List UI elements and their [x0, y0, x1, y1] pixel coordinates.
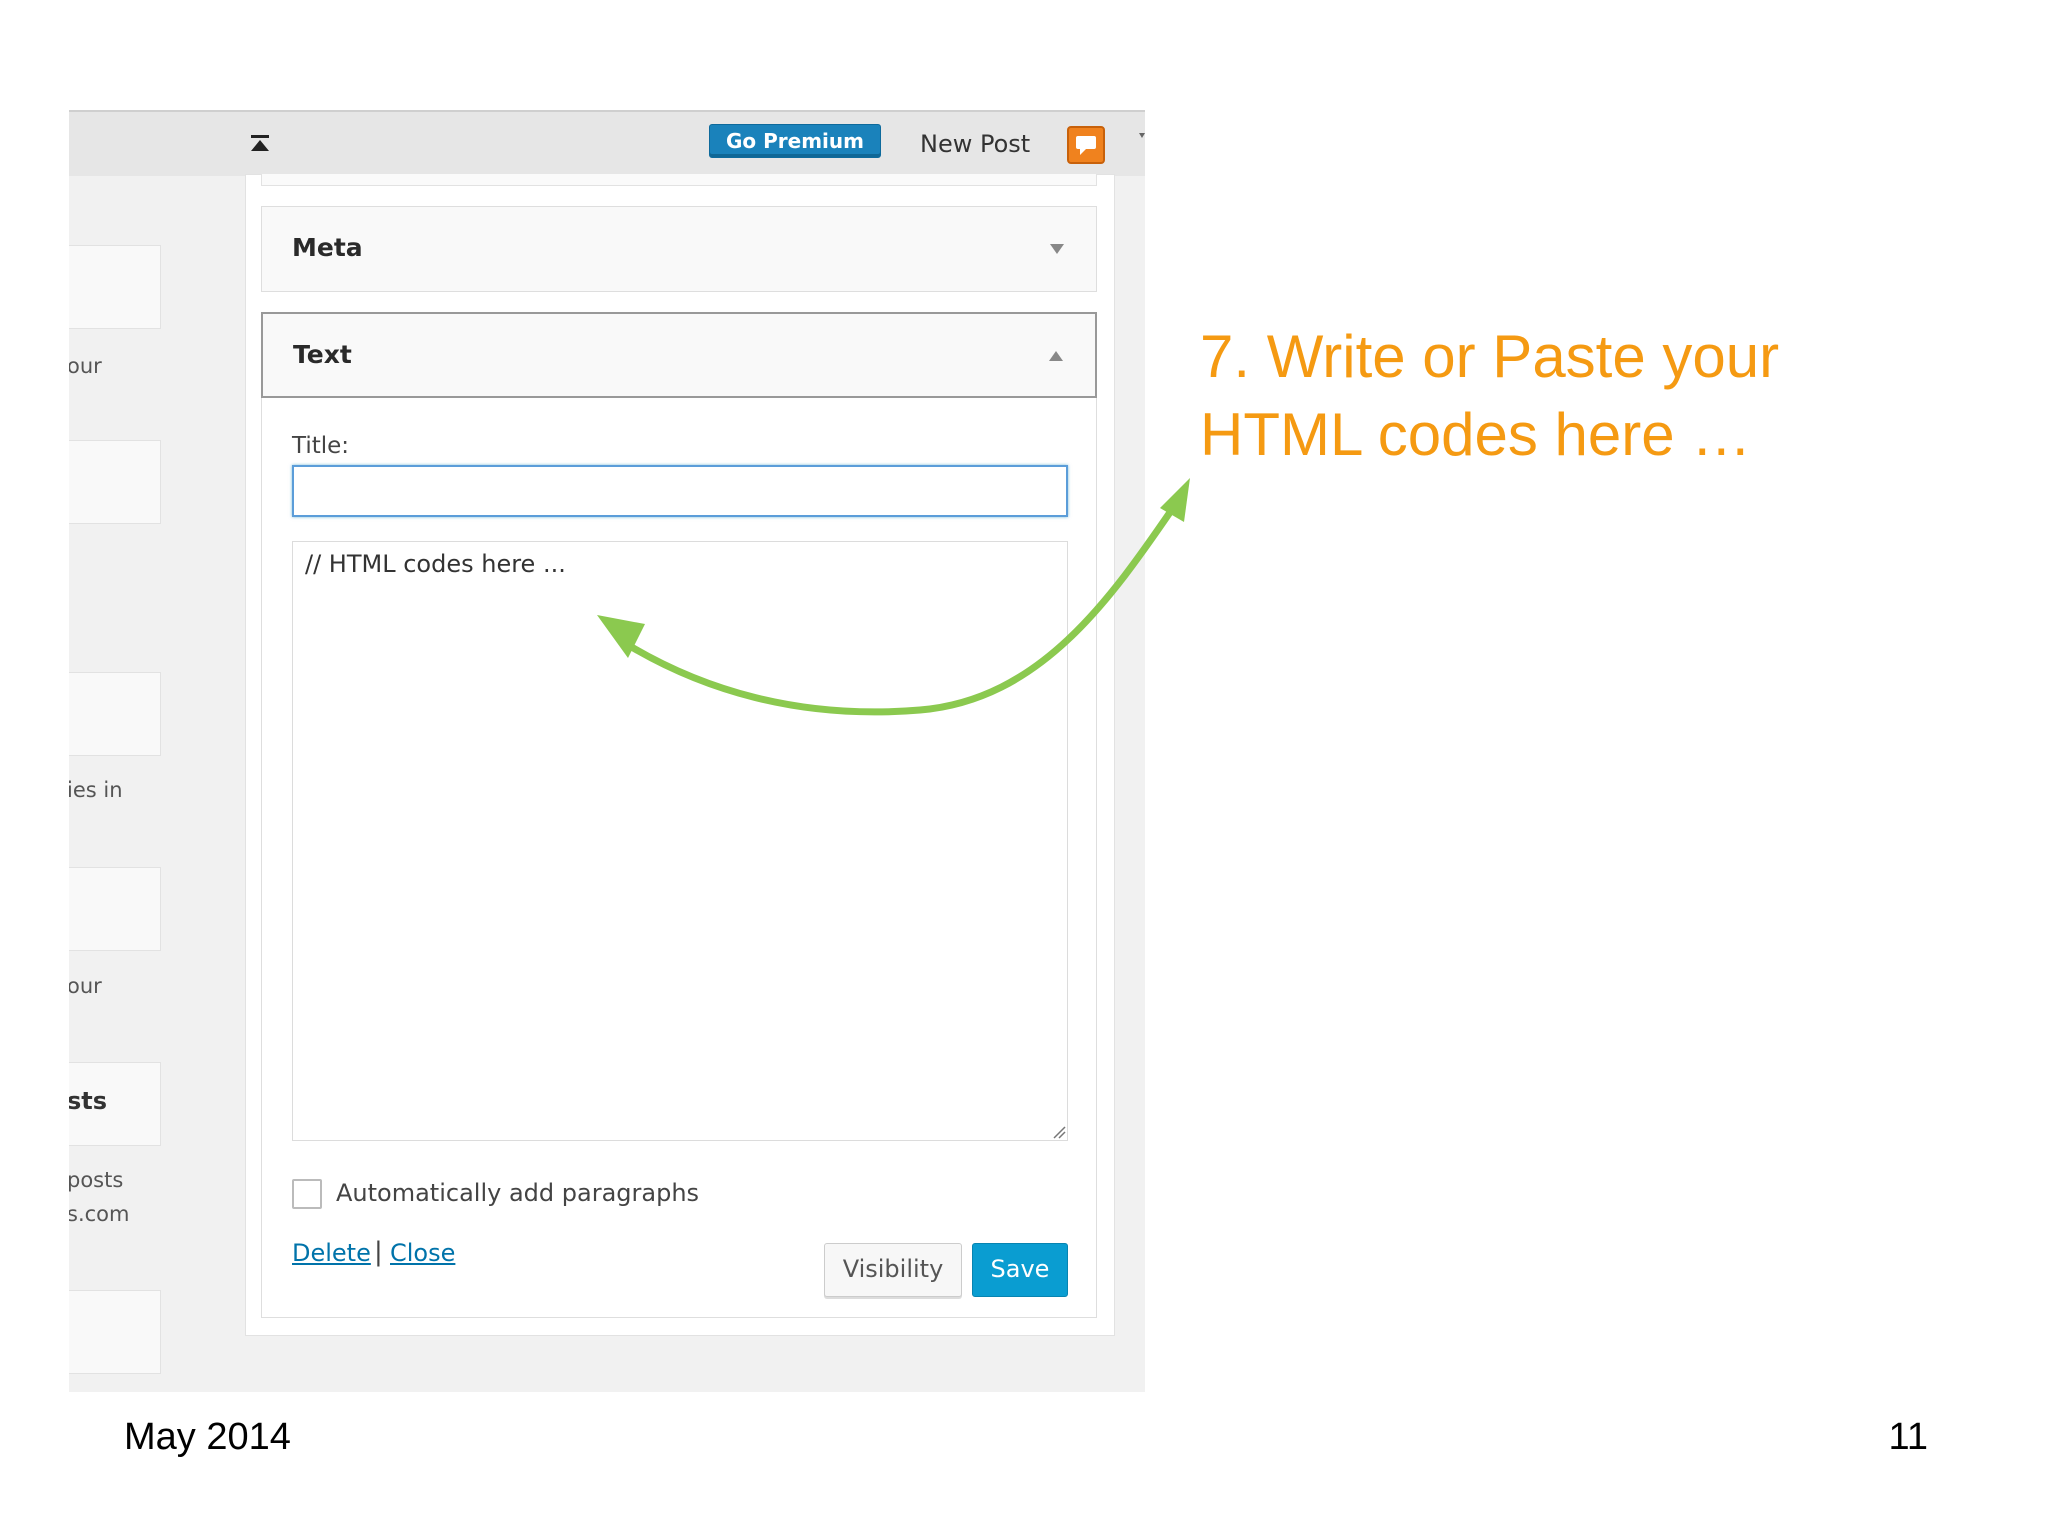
instruction-callout: 7. Write or Paste your HTML codes here …: [1200, 318, 1960, 474]
slide-page-number: 11: [1888, 1416, 1928, 1458]
callout-line-2: HTML codes here …: [1200, 401, 1752, 468]
callout-line-1: 7. Write or Paste your: [1200, 323, 1780, 390]
pointer-arrow-icon: [597, 478, 1190, 716]
slide-date: May 2014: [124, 1416, 291, 1458]
